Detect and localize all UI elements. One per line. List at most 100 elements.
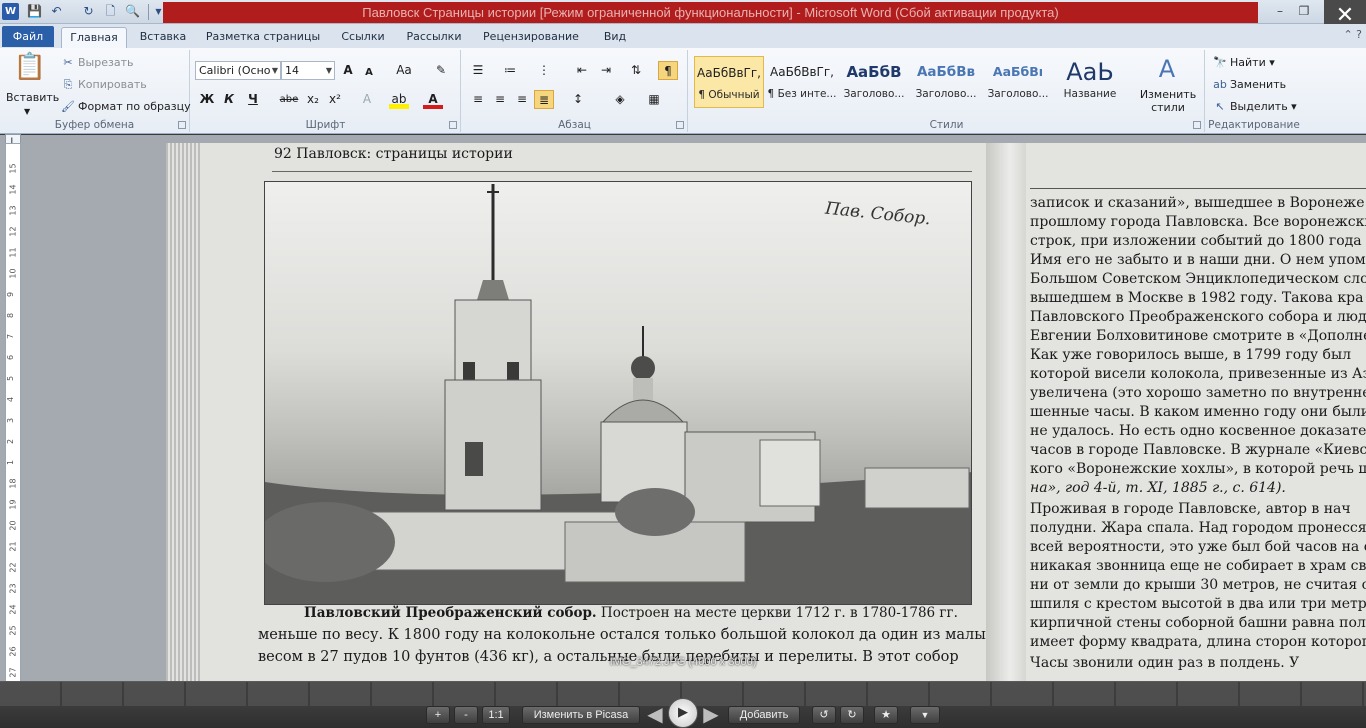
cut-button[interactable]: ✂ Вырезать (60, 55, 133, 71)
style-heading-1[interactable]: АаБбВ Заголово... (839, 56, 909, 108)
font-color-icon[interactable]: A (423, 90, 443, 109)
body-text-line: полудни. Жара спала. Над городом пронесс… (1030, 520, 1366, 536)
numbering-icon[interactable]: ≔ (500, 61, 520, 80)
format-painter-button[interactable]: 🖌 Формат по образцу (60, 99, 191, 115)
style-no-spacing[interactable]: АаБбВвГг, ¶ Без инте... (767, 56, 837, 108)
shrink-font-icon[interactable]: A (359, 63, 379, 82)
rotate-left-icon[interactable]: ↺ (812, 706, 836, 724)
group-paragraph: ☰ ≔ ⋮ ⇤ ⇥ ⇅ ¶ ≡ ≡ ≡ ≣ ↕ ◈ ▦ Абзац (462, 50, 688, 132)
decrease-indent-icon[interactable]: ⇤ (572, 61, 592, 80)
paste-icon[interactable]: 📋 (10, 52, 50, 82)
house-right (864, 467, 970, 509)
style-normal[interactable]: АаБбВвГг, ¶ Обычный (694, 56, 764, 108)
tab-home[interactable]: Главная (61, 27, 127, 48)
underline-button[interactable]: Ч (243, 90, 263, 109)
paragraph-launcher-icon[interactable] (676, 121, 684, 129)
tab-review[interactable]: Рецензирование (477, 27, 585, 48)
grow-font-icon[interactable]: A (338, 61, 358, 80)
print-preview-icon[interactable]: 🔍 (124, 3, 141, 20)
ruler-number: 24 (8, 604, 18, 615)
tab-page-layout[interactable]: Разметка страницы (203, 27, 323, 48)
show-marks-icon[interactable]: ¶ (658, 61, 678, 80)
bold-button[interactable]: Ж (197, 90, 217, 109)
clear-formatting-icon[interactable]: ✎ (431, 61, 451, 80)
minimize-icon[interactable]: – (1268, 2, 1292, 20)
tab-mailings[interactable]: Рассылки (401, 27, 467, 48)
justify-icon[interactable]: ≣ (534, 90, 554, 109)
cathedral-photograph: Пав. Собор. (264, 181, 972, 605)
restore-icon[interactable]: ❐ (1292, 2, 1316, 20)
redo-icon[interactable]: ↻ (80, 3, 97, 20)
ruler-number: 8 (6, 312, 16, 319)
borders-icon[interactable]: ▦ (644, 90, 664, 109)
style-name: Заголово... (915, 88, 977, 100)
tower-cupola (477, 280, 509, 300)
align-center-icon[interactable]: ≡ (490, 90, 510, 109)
vertical-ruler[interactable]: 15 14 13 12 11 10 9 8 7 6 5 4 3 2 1 18 19 20 21 22 23 24 25 26 2… (5, 143, 21, 683)
actual-size-button[interactable]: 1:1 (482, 706, 510, 724)
highlight-icon[interactable]: ab (389, 90, 409, 109)
superscript-button[interactable]: x² (325, 90, 345, 109)
help-icon[interactable]: ⌃ ? (1343, 28, 1362, 41)
find-button[interactable]: 🔭 Найти ▾ (1212, 55, 1275, 71)
font-launcher-icon[interactable] (449, 121, 457, 129)
paste-dropdown-icon[interactable]: ▼ (24, 104, 30, 120)
body-text-line: кого «Воронежские хохлы», в которой речь… (1030, 461, 1366, 477)
group-label-font: Шрифт (305, 119, 346, 131)
previous-image-icon[interactable]: ◀ (644, 702, 666, 726)
edit-in-picasa-button[interactable]: Изменить в Picasa (522, 706, 640, 724)
tab-references[interactable]: Ссылки (333, 27, 393, 48)
strikethrough-button[interactable]: abe (277, 90, 301, 109)
rotate-right-icon[interactable]: ↻ (840, 706, 864, 724)
tab-view[interactable]: Вид (595, 27, 635, 48)
add-button[interactable]: Добавить (728, 706, 800, 724)
style-heading-3[interactable]: АаБбВı Заголово... (983, 56, 1053, 108)
multilevel-list-icon[interactable]: ⋮ (534, 61, 554, 80)
figure-caption: Павловский Преображенский собор. Построе… (304, 605, 958, 621)
replace-label: Заменить (1230, 78, 1287, 91)
align-left-icon[interactable]: ≡ (468, 90, 488, 109)
next-image-icon[interactable]: ▶ (700, 702, 722, 726)
style-heading-2[interactable]: АаБбВв Заголово... (911, 56, 981, 108)
zoom-out-button[interactable]: - (454, 706, 478, 724)
body-text-line: шпиля с крестом высотой в два или три ме… (1030, 596, 1366, 612)
slideshow-play-button[interactable]: ▶ (668, 698, 698, 728)
more-options-icon[interactable]: ▼ (910, 706, 940, 724)
undo-icon[interactable]: ↶ (48, 3, 65, 20)
bullets-icon[interactable]: ☰ (468, 61, 488, 80)
styles-launcher-icon[interactable] (1193, 121, 1201, 129)
group-styles: АаБбВвГг, ¶ Обычный АаБбВвГг, ¶ Без инте..… (689, 50, 1205, 132)
paste-button[interactable]: Вставить (6, 90, 59, 106)
change-styles-button[interactable]: Изменить стили (1137, 88, 1199, 114)
replace-button[interactable]: ab Заменить (1212, 77, 1286, 93)
line-spacing-icon[interactable]: ↕ (568, 90, 588, 109)
style-name: Заголово... (987, 88, 1049, 100)
font-size-combo[interactable]: 14 ▼ (281, 61, 335, 80)
subscript-button[interactable]: x₂ (303, 90, 323, 109)
tab-file[interactable]: Файл (2, 26, 54, 47)
font-name-combo[interactable]: Calibri (Осно ▼ (195, 61, 281, 80)
change-styles-icon[interactable]: A (1137, 54, 1197, 84)
shading-icon[interactable]: ◈ (610, 90, 630, 109)
ruler-number: 21 (8, 541, 18, 552)
select-button[interactable]: ↖ Выделить ▾ (1212, 99, 1296, 115)
italic-button[interactable]: К (219, 90, 239, 109)
align-right-icon[interactable]: ≡ (512, 90, 532, 109)
style-title[interactable]: АаЬ Название (1055, 56, 1125, 108)
copy-button[interactable]: ⎘ Копировать (60, 77, 147, 93)
clipboard-launcher-icon[interactable] (178, 121, 186, 129)
increase-indent-icon[interactable]: ⇥ (596, 61, 616, 80)
change-case-icon[interactable]: Aa (391, 61, 417, 80)
group-clipboard: 📋 Вставить ▼ ✂ Вырезать ⎘ Копировать 🖌 Форм… (0, 50, 191, 132)
text-effects-icon[interactable]: A (357, 90, 377, 109)
tab-insert[interactable]: Вставка (133, 27, 193, 48)
star-icon[interactable]: ★ (874, 706, 898, 724)
group-font: Calibri (Осно ▼ 14 ▼ A A Aa ✎ Ж К Ч abe x₂… (191, 50, 461, 132)
caption-title: Павловский Преображенский собор. (304, 605, 597, 621)
word-app-icon[interactable]: W (2, 3, 19, 20)
save-icon[interactable]: 💾 (26, 3, 43, 20)
sort-icon[interactable]: ⇅ (626, 61, 646, 80)
new-document-icon[interactable]: 🗋 (102, 3, 119, 20)
body-text-line: Имя его не забыто и в наши дни. О нем уп… (1030, 252, 1366, 268)
zoom-in-button[interactable]: + (426, 706, 450, 724)
